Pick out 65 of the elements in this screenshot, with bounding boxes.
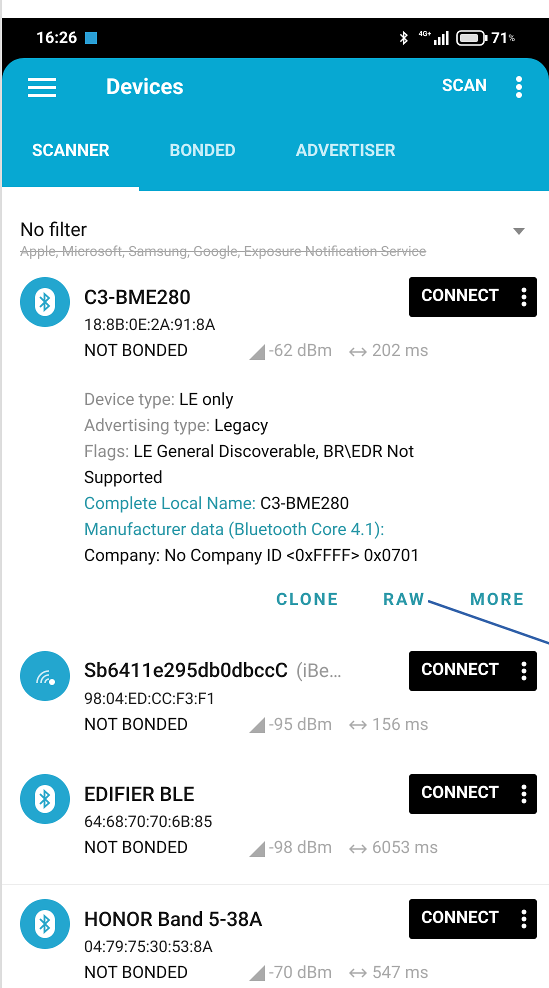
signal-icon [249,717,265,734]
bluetooth-icon [398,30,409,46]
rssi-reading: -98 dBm [269,837,334,860]
detail-line: Advertising type: Legacy [84,414,270,438]
device-name: EDIFIER BLE [84,781,194,808]
interval-reading: 202 ms [372,340,429,363]
more-icon [521,908,527,928]
bluetooth-icon [38,789,52,809]
detail-line: Flags: LE General Discoverable, BR\EDR Not Supported [84,440,416,490]
signal-icon [249,965,265,982]
device-address: 04:79:75:30:53:8A [84,936,214,958]
signal-icon [249,840,265,857]
device-address: 64:68:70:70:6B:85 [84,811,214,833]
rssi-reading: -95 dBm [269,714,334,736]
bluetooth-icon [38,914,52,934]
device-address: 18:8B:0E:2A:91:8A [84,314,216,336]
more-icon [521,287,527,307]
interval-reading: 547 ms [372,962,429,984]
interval-icon [349,842,367,855]
filter-title: No filter [20,218,88,242]
interval-icon [349,346,367,358]
bond-state: NOT BONDED [84,340,190,363]
detail-line: Device type: LE only [84,388,234,412]
connect-button[interactable]: CONNECT [409,650,537,690]
battery-unit: % [508,33,515,46]
rssi-reading: -62 dBm [269,340,334,363]
signal-icon [249,344,265,360]
battery-level: 71 [491,28,508,49]
device-name: C3-BME280 [84,284,191,311]
bond-state: NOT BONDED [84,837,190,860]
detail-label: Manufacturer data (Bluetooth Core 4.1): [84,518,386,542]
interval-icon [349,719,367,732]
interval-icon [349,967,367,980]
action-link[interactable]: MORE [458,582,537,616]
action-link[interactable]: CLONE [264,582,352,616]
connect-button[interactable]: CONNECT [409,898,537,938]
device-name: HONOR Band 5-38A [84,906,262,932]
scan-button[interactable]: SCAN [442,74,487,100]
app-title: Devices [106,74,185,102]
bond-state: NOT BONDED [84,714,190,736]
detail-line: Complete Local Name: C3-BME280 [84,492,350,516]
filter-excluded: Apple, Microsoft, Samsung, Google, Exposure Notification Service [20,243,428,262]
more-icon [521,784,527,804]
menu-icon[interactable] [28,77,56,97]
connect-button[interactable]: CONNECT [409,277,537,317]
device-type-suffix: (iBe… [296,658,342,684]
interval-reading: 6053 ms [372,837,438,860]
tab[interactable]: BONDED [139,116,266,191]
signal-icon [432,31,450,45]
bluetooth-icon [38,292,52,312]
overflow-menu-icon[interactable] [515,75,523,99]
tab[interactable]: ADVERTISER [266,116,426,191]
battery-icon [456,30,488,46]
bond-state: NOT BONDED [84,962,190,984]
tab[interactable]: SCANNER [2,116,140,191]
detail-value: Company: No Company ID <0xFFFF> 0x0701 [84,544,421,568]
rssi-reading: -70 dBm [269,962,334,984]
status-time: 16:26 [36,27,78,49]
connect-button[interactable]: CONNECT [409,774,537,814]
interval-reading: 156 ms [372,714,429,736]
action-link[interactable]: RAW [371,582,438,616]
device-name: Sb6411e295db0dbccC [84,657,288,684]
dropdown-icon[interactable] [513,228,525,235]
device-address: 98:04:ED:CC:F3:F1 [84,688,216,710]
more-icon [521,660,527,680]
